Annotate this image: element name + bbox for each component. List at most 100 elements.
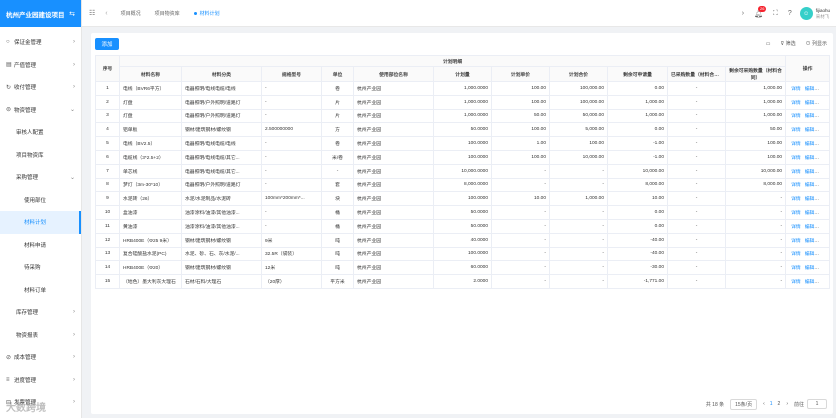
page-number[interactable]: 1	[770, 401, 773, 407]
detail-link[interactable]: 详情	[791, 170, 801, 175]
edit-link[interactable]: 编辑	[805, 156, 815, 161]
edit-link[interactable]: 编辑	[805, 280, 815, 285]
delete-link[interactable]: 删除	[818, 197, 828, 202]
edit-link[interactable]: 编辑	[805, 211, 815, 216]
detail-link[interactable]: 详情	[791, 197, 801, 202]
sidebar-item[interactable]: 材料计划	[0, 211, 81, 234]
detail-link[interactable]: 详情	[791, 266, 801, 271]
delete-link[interactable]: 删除	[818, 101, 828, 106]
table-cell: 米/卷	[321, 149, 354, 165]
collapse-menu-icon[interactable]: ☷	[89, 9, 95, 17]
edit-link[interactable]: 编辑	[805, 183, 815, 188]
row-actions: 详情 编辑 删除	[785, 149, 831, 165]
avatar[interactable]: ☺	[799, 7, 813, 20]
detail-link[interactable]: 详情	[791, 183, 801, 188]
switch-project-icon[interactable]: ⇆	[69, 10, 75, 18]
user-info[interactable]: fijiaohu 采材飞	[816, 8, 830, 20]
sidebar-item[interactable]: ↻ 收付管理 ›	[0, 76, 81, 99]
detail-link[interactable]: 详情	[791, 211, 801, 216]
sidebar-item[interactable]: ○ 保证金管理 ›	[0, 31, 81, 54]
page-size-select[interactable]: 15条/页	[730, 398, 758, 410]
sidebar-item[interactable]: 物资报表 ›	[0, 324, 81, 347]
table-cell: 40.0000	[433, 232, 492, 248]
columns-button[interactable]: ⊙ 列显示	[806, 40, 827, 47]
detail-link[interactable]: 详情	[791, 239, 801, 244]
table-cell: 10	[95, 205, 120, 220]
detail-link[interactable]: 详情	[791, 87, 801, 92]
folder-icon[interactable]: ▭	[766, 41, 771, 47]
sidebar-item[interactable]: 库存管理 ›	[0, 301, 81, 324]
table-cell: 100.0000	[433, 191, 492, 207]
edit-link[interactable]: 编辑	[805, 239, 815, 244]
edit-link[interactable]: 编辑	[805, 225, 815, 230]
delete-link[interactable]: 删除	[818, 252, 828, 257]
fullscreen-icon[interactable]: ⛶	[773, 10, 778, 18]
table-cell: 100,000.00	[549, 94, 608, 110]
tabs-next-icon[interactable]: ›	[742, 10, 744, 17]
delete-link[interactable]: 删除	[818, 156, 828, 161]
delete-link[interactable]: 删除	[818, 266, 828, 271]
bell-icon[interactable]: 🔔︎ 26	[754, 5, 767, 18]
table-cell: 0.00	[607, 122, 668, 138]
goto-input[interactable]: 1	[807, 399, 827, 409]
sidebar-item[interactable]: 审核人配置	[0, 121, 81, 144]
material-plan-table: 序号 计划明细 操作 材料名称 材料分类 规格型号 单位 使用部位名称 计划量 计划单价 计划…	[95, 55, 831, 289]
edit-link[interactable]: 编辑	[805, 266, 815, 271]
sidebar-item[interactable]: 材料申请	[0, 234, 81, 257]
table-cell: 钢材/建筑钢材/螺纹钢	[181, 232, 262, 248]
edit-link[interactable]: 编辑	[805, 252, 815, 257]
edit-link[interactable]: 编辑	[805, 197, 815, 202]
delete-link[interactable]: 删除	[818, 142, 828, 147]
detail-link[interactable]: 详情	[791, 252, 801, 257]
delete-link[interactable]: 删除	[818, 87, 828, 92]
detail-link[interactable]: 详情	[791, 142, 801, 147]
delete-link[interactable]: 删除	[818, 128, 828, 133]
detail-link[interactable]: 详情	[791, 114, 801, 119]
sidebar-item[interactable]: ⚙设置管理	[0, 414, 81, 418]
tab-2[interactable]: 材料计划	[187, 10, 227, 17]
edit-link[interactable]: 编辑	[805, 142, 815, 147]
delete-link[interactable]: 删除	[818, 211, 828, 216]
sidebar-item[interactable]: 材料订单	[0, 279, 81, 302]
edit-link[interactable]: 编辑	[805, 87, 815, 92]
delete-link[interactable]: 删除	[818, 114, 828, 119]
tab-0[interactable]: 项目概况	[114, 10, 148, 17]
column-header: 材料名称	[119, 66, 182, 82]
table-cell: -	[261, 177, 322, 193]
sidebar-item[interactable]: 使用部位	[0, 189, 81, 212]
delete-link[interactable]: 删除	[818, 239, 828, 244]
delete-link[interactable]: 删除	[818, 280, 828, 285]
edit-link[interactable]: 编辑	[805, 128, 815, 133]
table-cell: 5,000.00	[549, 122, 608, 138]
delete-link[interactable]: 删除	[818, 183, 828, 188]
tab-1[interactable]: 项目物资库	[148, 10, 187, 17]
table-cell: 4	[95, 122, 120, 138]
edit-link[interactable]: 编辑	[805, 114, 815, 119]
delete-link[interactable]: 删除	[818, 225, 828, 230]
next-page-icon[interactable]: ›	[786, 401, 788, 407]
header-actions: › 🔔︎ 26 ⛶ ? ☺ fijiaohu 采材飞	[732, 0, 830, 27]
sidebar-item[interactable]: 采购管理 ⌄	[0, 166, 81, 189]
help-icon[interactable]: ?	[788, 10, 792, 17]
sidebar-item[interactable]: ▤ 产值管理 ›	[0, 54, 81, 77]
detail-link[interactable]: 详情	[791, 128, 801, 133]
add-button[interactable]: 添加	[95, 38, 119, 50]
edit-link[interactable]: 编辑	[805, 101, 815, 106]
sidebar-item[interactable]: ⊘ 成本管理 ›	[0, 346, 81, 369]
sidebar-item[interactable]: ≡ 进度管理 ›	[0, 369, 81, 392]
detail-link[interactable]: 详情	[791, 101, 801, 106]
detail-link[interactable]: 详情	[791, 156, 801, 161]
sidebar-item[interactable]: 项目物资库	[0, 144, 81, 167]
table-cell: 10,000.00	[724, 163, 787, 179]
sidebar-item[interactable]: 待采购	[0, 256, 81, 279]
edit-link[interactable]: 编辑	[805, 170, 815, 175]
table-cell: -	[491, 177, 550, 193]
table-cell: 1,000.00	[724, 94, 787, 110]
filter-button[interactable]: ⊽ 筛选	[781, 40, 796, 47]
page-number[interactable]: 2	[778, 401, 781, 407]
detail-link[interactable]: 详情	[791, 225, 801, 230]
delete-link[interactable]: 删除	[818, 170, 828, 175]
sidebar-item[interactable]: ⊜ 物资管理 ⌄	[0, 99, 81, 122]
detail-link[interactable]: 详情	[791, 280, 801, 285]
tabs-prev-icon[interactable]: ‹	[105, 10, 107, 17]
